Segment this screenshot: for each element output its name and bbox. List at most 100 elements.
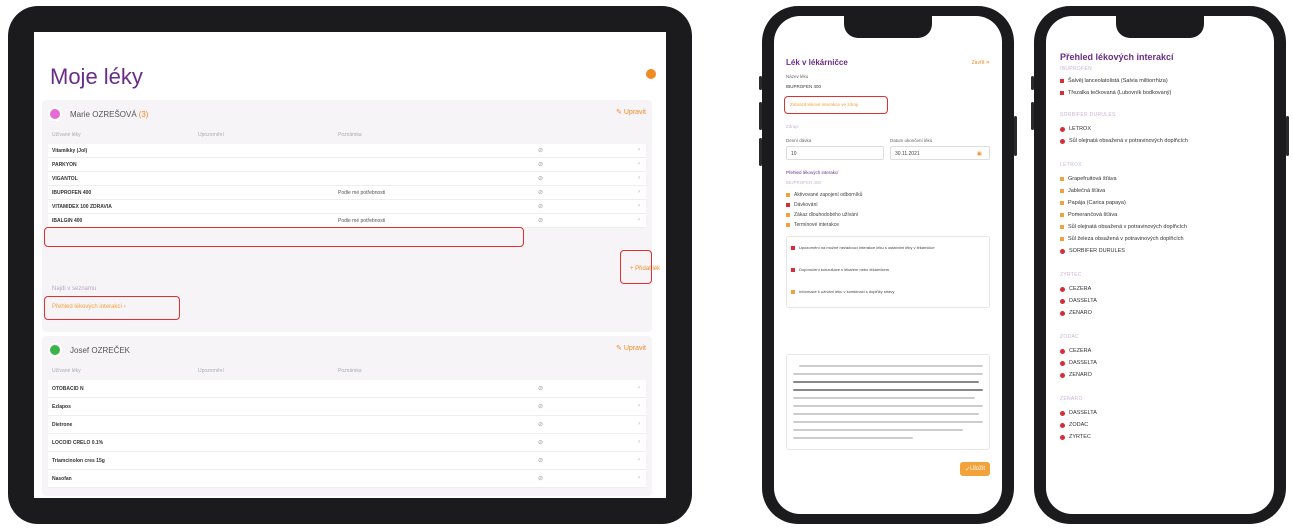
legend-item: Doporučení konzultace s lékařem nebo lék… [791, 267, 981, 272]
list-item: ZENARO [1060, 372, 1092, 378]
list-item: LETROX [1060, 126, 1091, 132]
phone-device-2: Přehled lékových interakcí IBUPROFEN Šal… [1031, 6, 1289, 524]
list-item: Třezalka tečkovaná (Lubovník bodkovaný) [1060, 90, 1171, 96]
pill-icon: ⊘ [538, 422, 544, 428]
pill-icon: ⊘ [538, 190, 544, 196]
page-title: Přehled lékových interakcí [1060, 52, 1174, 62]
chevron-right-icon: › [638, 189, 640, 195]
group-label: LETROX [1060, 162, 1082, 168]
close-button[interactable]: Zavřít ✕ [972, 60, 990, 66]
table-row[interactable]: Triamcinolon cres 15g ⊘ › [48, 452, 646, 470]
legend-item: Upozornění na možné nežádoucí interakce … [791, 245, 981, 250]
table-header: Užívané léky Upozornění Poznámka [52, 368, 362, 374]
list-item: ZENARO [1060, 310, 1092, 316]
patient-name: Josef OZREČEK [70, 345, 131, 355]
notch [844, 16, 932, 38]
list-item: CEZERA [1060, 348, 1091, 354]
table-row[interactable]: IBUPROFEN 400 Podle mé potřebnosti ⊘ › [48, 186, 646, 200]
patient-card-2: Josef OZREČEK ✎ Upravit Užívané léky Upo… [42, 336, 652, 496]
avatar [48, 343, 62, 357]
chevron-right-icon: › [638, 457, 640, 463]
tablet-device: Moje léky Marie OZREŠOVÁ (3) ✎ Upravit U… [8, 6, 692, 524]
settings-icon[interactable] [646, 69, 656, 79]
list-item: Dávkování [786, 202, 818, 208]
patient-card-1: Marie OZREŠOVÁ (3) ✎ Upravit Užívané lék… [42, 100, 660, 332]
list-item: ZODAC [1060, 422, 1088, 428]
patient-header: Josef OZREČEK [48, 340, 130, 360]
group-label: ZENARO [1060, 396, 1083, 402]
highlight-row [44, 227, 524, 247]
list-item: Zákaz dlouhodobého užívání [786, 212, 858, 218]
avatar [48, 107, 62, 121]
pill-icon: ⊘ [538, 162, 544, 168]
page-title: Moje léky [50, 64, 143, 89]
legend-box: Upozornění na možné nežádoucí interakce … [786, 236, 990, 308]
overview-sub: IBUPROFEN 400 [786, 180, 822, 185]
list-item: Sůl olejnatá obsažená v potravinových do… [1060, 138, 1188, 144]
table-row[interactable]: VIGANTOL ⊘ › [48, 172, 646, 186]
pill-icon: ⊘ [538, 176, 544, 182]
pill-icon: ⊘ [538, 476, 544, 482]
list-item: Sůl olejnatá obsažená v potravinových do… [1060, 224, 1187, 230]
group-label: SORBIFER DURULES [1060, 112, 1116, 118]
save-button[interactable]: ✓ Uložit [960, 462, 990, 476]
pill-icon: ⊘ [538, 148, 544, 154]
chevron-right-icon: › [638, 439, 640, 445]
list-item: Šalvěj lanceolatolistá (Salvia miltiorrh… [1060, 78, 1168, 84]
phone-screen: Lék v lékárničce Zavřít ✕ Název léku IBU… [774, 16, 1002, 514]
legend-item: Informace k užívání léku v kombinaci s d… [791, 289, 981, 294]
chevron-right-icon: › [638, 403, 640, 409]
table-row[interactable]: IBALGIN 400 Podle mé potřebnosti ⊘ › [48, 214, 646, 228]
table-row[interactable]: OTOBACID N ⊘ › [48, 380, 646, 398]
phone-device-1: Lék v lékárničce Zavřít ✕ Název léku IBU… [759, 6, 1017, 524]
patient-tag: (3) [138, 109, 149, 119]
dose-label: Denní dávka [786, 138, 812, 143]
group-label: IBUPROFEN [1060, 66, 1092, 72]
pill-icon: ⊘ [538, 386, 544, 392]
list-item: Aktivované zapojení odborníků [786, 192, 862, 198]
calendar-icon: ▣ [977, 151, 982, 157]
pill-icon: ⊘ [538, 204, 544, 210]
list-item: Termínové interakce [786, 222, 839, 228]
table-row[interactable]: Nasofan ⊘ › [48, 470, 646, 488]
list-item: DASSELTA [1060, 360, 1097, 366]
dialog-title: Lék v lékárničce [786, 58, 848, 67]
chevron-right-icon: › [638, 147, 640, 153]
list-item: Sůl železa obsažená v potravinových dopl… [1060, 236, 1184, 242]
list-item: Pomerančová šťáva [1060, 212, 1117, 218]
patient-name: Marie OZREŠOVÁ [70, 109, 137, 119]
pill-icon: ⊘ [538, 218, 544, 224]
chevron-right-icon: › [638, 175, 640, 181]
table-row[interactable]: LOCOID CRELO 0.1% ⊘ › [48, 434, 646, 452]
drug-label: Název léku [786, 74, 809, 79]
date-label: Datum ukončení léku [890, 138, 933, 143]
date-input[interactable]: 30.11.2021 ▣ [890, 146, 990, 160]
patient-header: Marie OZREŠOVÁ (3) [48, 104, 148, 124]
edit-button[interactable]: ✎ Upravit [616, 108, 646, 116]
chevron-right-icon: › [638, 475, 640, 481]
table-header: Užívané léky Upozornění Poznámka [52, 132, 362, 138]
highlight-link [784, 96, 888, 114]
dose-input[interactable]: 10 [786, 146, 884, 160]
table-row[interactable]: VITAMIDEX 100 ZDRAVIA ⊘ › [48, 200, 646, 214]
overview-heading: Přehled lékových interakcí [786, 170, 839, 175]
edit-button[interactable]: ✎ Upravit [616, 344, 646, 352]
table-row[interactable]: Vitamikky (Jol) ⊘ › [48, 144, 646, 158]
chevron-right-icon: › [638, 161, 640, 167]
group-label: ZODAC [1060, 334, 1079, 340]
chevron-right-icon: › [638, 203, 640, 209]
table-row[interactable]: Ezlapos ⊘ › [48, 398, 646, 416]
section-label: Zdroje [786, 124, 799, 129]
table-row[interactable]: Dietrone ⊘ › [48, 416, 646, 434]
list-item: Jablečná šťáva [1060, 188, 1105, 194]
highlight-link [44, 296, 180, 320]
find-link[interactable]: Najdi v seznamu [52, 286, 96, 292]
list-item: CEZERA [1060, 286, 1091, 292]
list-item: DASSELTA [1060, 410, 1097, 416]
table-row[interactable]: PARKYON ⊘ › [48, 158, 646, 172]
phone-screen: Přehled lékových interakcí IBUPROFEN Šal… [1046, 16, 1274, 514]
list-item: ZYRTEC [1060, 434, 1091, 440]
list-item: SORBIFER DURULES [1060, 248, 1125, 254]
pill-icon: ⊘ [538, 404, 544, 410]
chevron-right-icon: › [638, 217, 640, 223]
